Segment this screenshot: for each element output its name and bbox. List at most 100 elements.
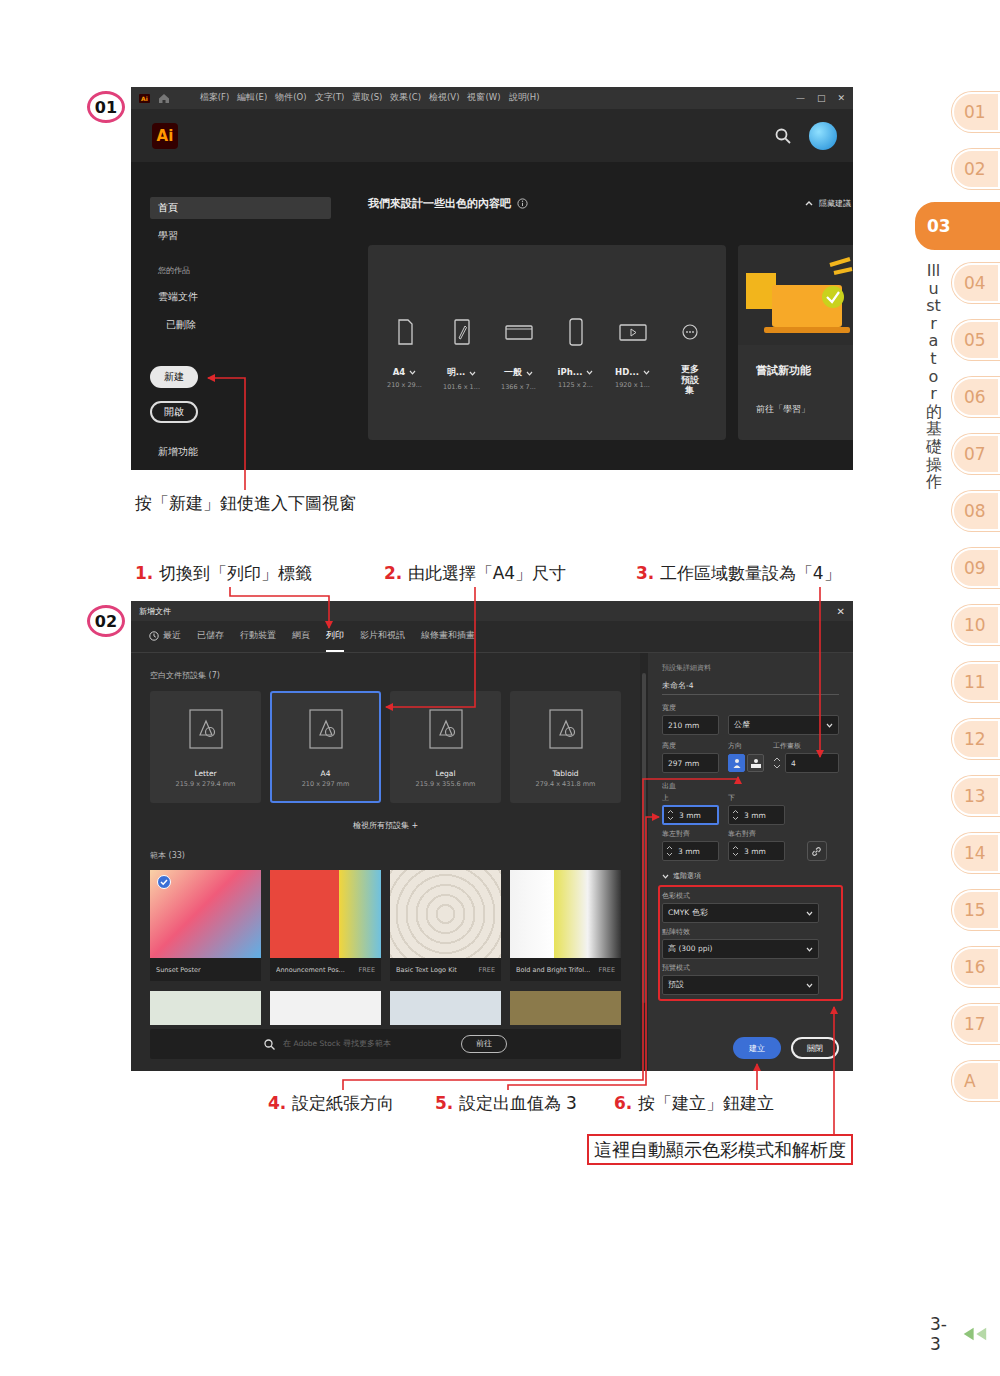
hide-suggestions-button[interactable]: 隱藏建議 — [805, 198, 853, 209]
sidebar-item[interactable]: 新增功能 — [150, 441, 331, 463]
advanced-options-toggle[interactable]: 進階選項 — [662, 871, 839, 881]
portrait-button[interactable] — [728, 754, 745, 772]
width-input[interactable]: 210 mm — [662, 715, 719, 735]
stepper-icon[interactable] — [667, 809, 674, 821]
chapter-tab[interactable]: 17 — [952, 1004, 1000, 1044]
dialog-button[interactable]: 建立 — [733, 1037, 781, 1059]
template-thumbnail[interactable] — [270, 991, 381, 1025]
template-card[interactable]: Basic Text Logo KitFREE — [390, 870, 501, 981]
chapter-tab[interactable]: 12 — [952, 719, 1000, 759]
template-thumbnail[interactable] — [510, 991, 621, 1025]
sidebar-item[interactable]: 雲端文件 — [150, 286, 331, 308]
chapter-tab[interactable]: 02 — [952, 149, 1000, 189]
preset-item[interactable]: 一般1366 x 7... — [493, 317, 545, 440]
chapter-tab[interactable]: 09 — [952, 548, 1000, 588]
menu-item[interactable]: 物件(O) — [275, 92, 306, 104]
sidebar-item[interactable]: 學習 — [150, 225, 331, 247]
window-control[interactable]: ✕ — [837, 93, 845, 103]
chevron-down-icon[interactable] — [526, 371, 533, 376]
stepper-icon[interactable] — [732, 845, 739, 857]
sidebar-item[interactable]: 已刪除 — [150, 314, 331, 336]
blank-preset-card[interactable]: Legal215.9 x 355.6 mm — [390, 691, 501, 803]
chapter-tab[interactable]: 03 — [915, 202, 1000, 250]
bleed-input[interactable]: 3 mm — [662, 805, 719, 825]
menu-item[interactable]: 文字(T) — [315, 92, 345, 104]
document-name-input[interactable]: 未命名-4 — [662, 679, 839, 695]
stepper-icon[interactable] — [732, 809, 739, 821]
feature-card[interactable]: 嘗試新功能前往「學習」 — [738, 245, 853, 440]
window-control[interactable]: □ — [817, 93, 826, 103]
blank-preset-card[interactable]: A4210 x 297 mm — [270, 691, 381, 803]
search-icon[interactable] — [775, 128, 791, 144]
unit-dropdown[interactable]: 公釐 — [728, 715, 839, 735]
stepper-icon[interactable] — [773, 756, 781, 770]
template-card[interactable]: Sunset Poster — [150, 870, 261, 981]
chapter-tab[interactable]: 16 — [952, 947, 1000, 987]
tab[interactable]: 列印 — [326, 621, 344, 652]
tab[interactable]: 線條畫和插畫 — [421, 621, 475, 652]
menu-item[interactable]: 視窗(W) — [467, 92, 500, 104]
chapter-tab[interactable]: 11 — [952, 662, 1000, 702]
stepper-icon[interactable] — [666, 845, 673, 857]
chevron-down-icon[interactable] — [469, 371, 476, 376]
chevron-down-icon[interactable] — [586, 370, 593, 375]
preset-item[interactable]: HD...1920 x 1... — [607, 317, 659, 440]
bleed-input[interactable]: 3 mm — [662, 841, 719, 861]
menu-item[interactable]: 選取(S) — [352, 92, 382, 104]
template-card[interactable]: Announcement Pos...FREE — [270, 870, 381, 981]
feature-link[interactable]: 前往「學習」 — [756, 404, 853, 416]
chapter-tab[interactable]: 14 — [952, 833, 1000, 873]
tab[interactable]: 行動裝置 — [240, 621, 276, 652]
tab[interactable]: 網頁 — [292, 621, 310, 652]
setting-dropdown[interactable]: CMYK 色彩 — [662, 903, 819, 923]
menu-item[interactable]: 說明(H) — [509, 92, 540, 104]
preset-item[interactable]: 明...101.6 x 1... — [436, 317, 488, 440]
sidebar-item[interactable]: 首頁 — [150, 197, 331, 219]
setting-dropdown[interactable]: 高 (300 ppi) — [662, 939, 819, 959]
sidebar-item[interactable]: 新建 — [150, 366, 198, 388]
close-button[interactable]: ✕ — [837, 606, 845, 617]
setting-dropdown[interactable]: 預設 — [662, 975, 819, 995]
chevron-down-icon[interactable] — [409, 370, 416, 375]
bleed-input[interactable]: 3 mm — [728, 805, 785, 825]
chapter-tab[interactable]: 06 — [952, 377, 1000, 417]
info-icon[interactable] — [517, 198, 528, 209]
bleed-input[interactable]: 3 mm — [728, 841, 785, 861]
tab[interactable]: 影片和視訊 — [360, 621, 405, 652]
chapter-tab[interactable]: 07 — [952, 434, 1000, 474]
preset-item[interactable]: iPh...1125 x 2... — [550, 317, 602, 440]
window-control[interactable]: — — [796, 93, 805, 103]
chapter-tab[interactable]: 08 — [952, 491, 1000, 531]
menu-item[interactable]: 檔案(F) — [200, 92, 230, 104]
chapter-tab[interactable]: 05 — [952, 320, 1000, 360]
menu-item[interactable]: 效果(C) — [390, 92, 421, 104]
chevron-down-icon[interactable] — [643, 370, 650, 375]
template-card[interactable]: Bold and Bright Trifol...FREE — [510, 870, 621, 981]
dialog-button[interactable]: 關閉 — [791, 1037, 839, 1059]
view-all-presets-link[interactable]: 檢視所有預設集 + — [150, 819, 621, 833]
scrollbar[interactable] — [640, 653, 648, 1071]
height-input[interactable]: 297 mm — [662, 753, 719, 773]
template-thumbnail[interactable] — [150, 991, 261, 1025]
chapter-tab[interactable]: 04 — [952, 263, 1000, 303]
menu-item[interactable]: 編輯(E) — [237, 92, 267, 104]
chapter-tab[interactable]: 13 — [952, 776, 1000, 816]
template-thumbnail[interactable] — [390, 991, 501, 1025]
chapter-tab[interactable]: 10 — [952, 605, 1000, 645]
go-button[interactable]: 前往 — [461, 1035, 507, 1053]
preset-item[interactable]: A4210 x 29... — [379, 317, 431, 440]
chapter-tab[interactable]: 01 — [952, 92, 1000, 132]
blank-preset-card[interactable]: Tabloid279.4 x 431.8 mm — [510, 691, 621, 803]
tab[interactable]: 已儲存 — [197, 621, 224, 652]
search-input[interactable]: 在 Adobe Stock 尋找更多範本 — [283, 1039, 453, 1049]
tab[interactable]: 最近 — [149, 621, 181, 652]
landscape-button[interactable] — [747, 754, 764, 772]
avatar-icon[interactable] — [809, 122, 837, 150]
artboards-input[interactable]: 4 — [785, 753, 839, 773]
link-bleed-button[interactable] — [807, 841, 827, 861]
chapter-tab[interactable]: 15 — [952, 890, 1000, 930]
menu-item[interactable]: 檢視(V) — [429, 92, 459, 104]
chapter-tab[interactable]: A — [952, 1061, 1000, 1101]
blank-preset-card[interactable]: Letter215.9 x 279.4 mm — [150, 691, 261, 803]
more-presets-item[interactable]: 更多預設集 — [664, 317, 716, 440]
